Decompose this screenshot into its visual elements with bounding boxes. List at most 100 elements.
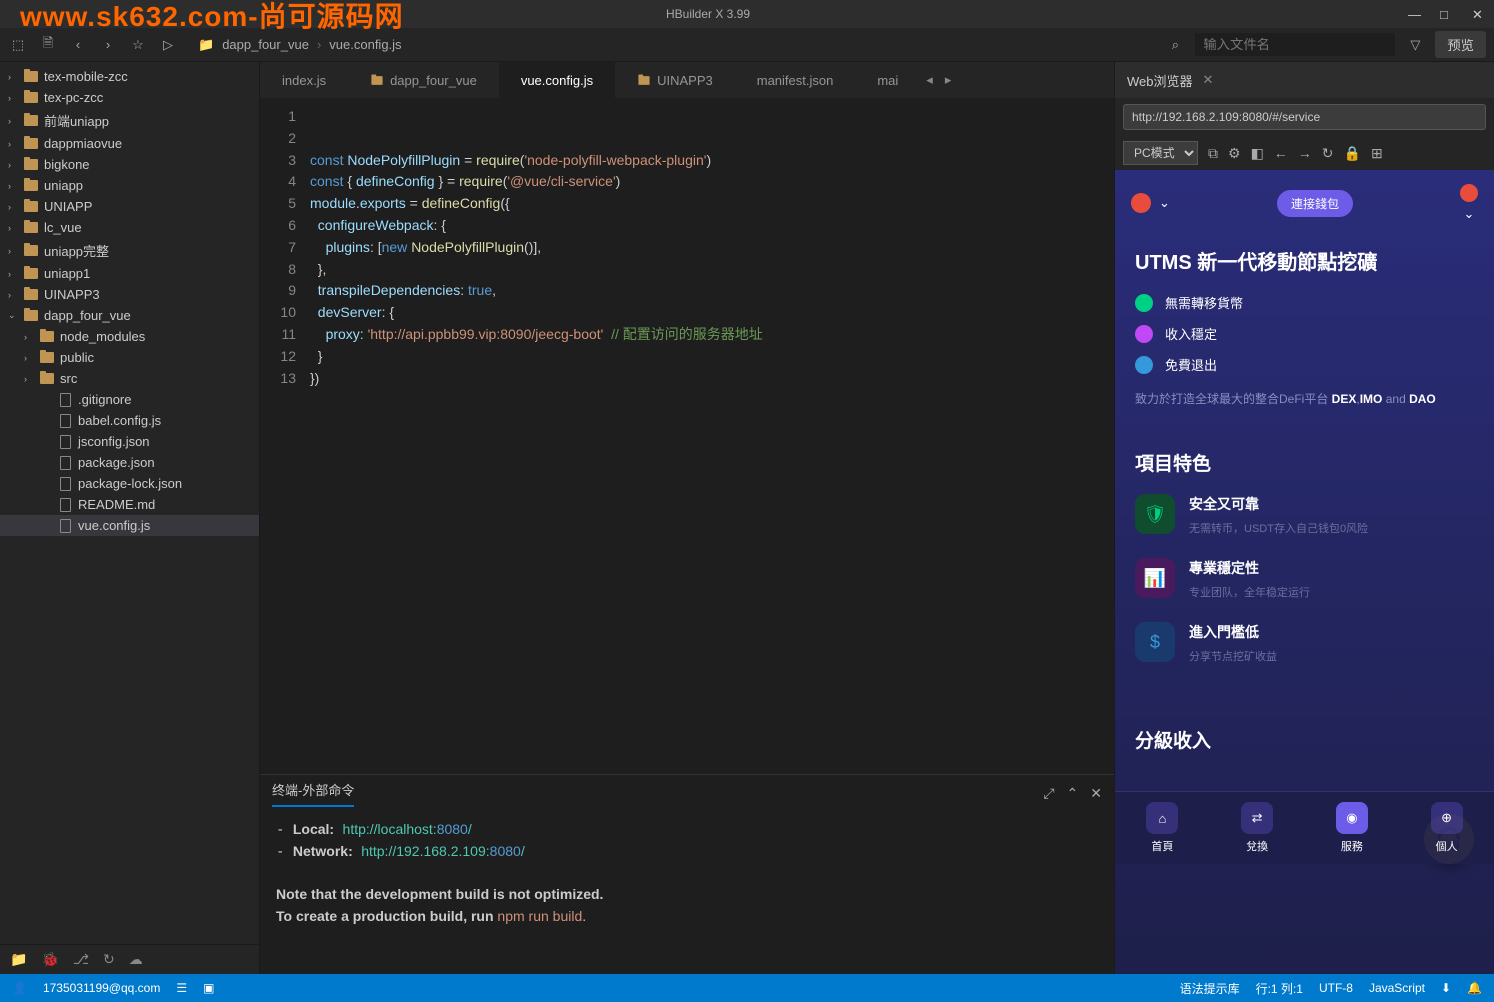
file-icon[interactable]: 🗎 — [38, 35, 58, 55]
token-icon[interactable] — [1131, 193, 1151, 213]
editor-tab[interactable]: dapp_four_vue — [348, 62, 499, 98]
nav-back-icon[interactable]: ← — [1274, 145, 1288, 161]
tree-item[interactable]: ›UINAPP3 — [0, 284, 259, 305]
statusbar: 👤 1735031199@qq.com ☰ ▣ 语法提示库 行:1 列:1 UT… — [0, 974, 1494, 1002]
tree-item[interactable]: ›bigkone — [0, 154, 259, 175]
sync-icon[interactable]: ↻ — [103, 951, 115, 968]
nav-exchange[interactable]: ⇄兌換 — [1241, 802, 1273, 854]
filter-icon[interactable]: ▽ — [1405, 35, 1425, 55]
layout-icon[interactable]: ⬚ — [8, 35, 28, 55]
titlebar: HBuilder X 3.99 — □ ✕ — [0, 0, 1494, 28]
tree-item[interactable]: babel.config.js — [0, 410, 259, 431]
browser-tab-label[interactable]: Web浏览器 — [1127, 71, 1193, 90]
tree-item[interactable]: ›lc_vue — [0, 217, 259, 238]
minimize-button[interactable]: — — [1408, 7, 1422, 21]
status-syntax[interactable]: 语法提示库 — [1180, 980, 1240, 997]
tree-item[interactable]: package-lock.json — [0, 473, 259, 494]
tree-item[interactable]: ›uniapp1 — [0, 263, 259, 284]
chevron-down-icon[interactable]: ⌄ — [1159, 195, 1170, 211]
status-encoding[interactable]: UTF-8 — [1319, 981, 1353, 995]
grid-icon[interactable]: ⊞ — [1371, 145, 1383, 162]
tree-item[interactable]: ›public — [0, 347, 259, 368]
terminal-title[interactable]: 终端-外部命令 — [272, 780, 354, 807]
terminal-expand-icon[interactable]: ⤢ — [1043, 785, 1054, 802]
features-title: 項目特色 — [1135, 449, 1474, 476]
editor-tab[interactable]: vue.config.js — [499, 62, 615, 98]
url-input[interactable] — [1123, 104, 1486, 130]
settings-icon[interactable]: ⚙ — [1228, 145, 1241, 162]
new-window-icon[interactable]: ⧉ — [1208, 145, 1218, 162]
close-button[interactable]: ✕ — [1472, 7, 1486, 21]
status-user[interactable]: 1735031199@qq.com — [43, 981, 160, 995]
maximize-button[interactable]: □ — [1440, 7, 1454, 21]
tab-next-icon[interactable]: ▸ — [939, 72, 958, 87]
tree-item[interactable]: package.json — [0, 452, 259, 473]
run-icon[interactable]: ▷ — [158, 35, 178, 55]
tree-item[interactable]: ›dappmiaovue — [0, 133, 259, 154]
tree-item[interactable]: ›UNIAPP — [0, 196, 259, 217]
tree-item[interactable]: README.md — [0, 494, 259, 515]
status-language[interactable]: JavaScript — [1369, 981, 1425, 995]
code-editor[interactable]: 12345678910111213 const NodePolyfillPlug… — [260, 98, 1114, 774]
tree-item[interactable]: ›tex-pc-zcc — [0, 87, 259, 108]
tree-item[interactable]: ›uniapp — [0, 175, 259, 196]
tree-item[interactable]: ›uniapp完整 — [0, 238, 259, 263]
code-content[interactable]: const NodePolyfillPlugin = require('node… — [310, 98, 763, 774]
service-icon: ◉ — [1336, 802, 1368, 834]
bell-icon[interactable]: 🔔 — [1467, 981, 1482, 995]
branch-icon[interactable]: ⎇ — [73, 951, 89, 968]
breadcrumb-folder[interactable]: dapp_four_vue — [222, 37, 309, 52]
editor-tab[interactable]: index.js — [260, 62, 348, 98]
reload-icon[interactable]: ↻ — [1322, 145, 1334, 162]
nav-service[interactable]: ◉服務 — [1336, 802, 1368, 854]
terminal-icon[interactable]: ▣ — [203, 981, 214, 995]
list-icon[interactable]: ☰ — [176, 981, 187, 995]
editor-tab[interactable]: UINAPP3 — [615, 62, 735, 98]
shield-icon: 🛡 — [1135, 494, 1175, 534]
download-icon[interactable]: ⬇ — [1441, 981, 1451, 995]
file-search-input[interactable] — [1195, 33, 1395, 56]
tree-item[interactable]: ⌄dapp_four_vue — [0, 305, 259, 326]
tree-item[interactable]: ›前端uniapp — [0, 108, 259, 133]
tree-item[interactable]: jsconfig.json — [0, 431, 259, 452]
tree-item[interactable]: vue.config.js — [0, 515, 259, 536]
terminal-up-icon[interactable]: ⌃ — [1067, 785, 1079, 802]
editor-tab[interactable]: manifest.json — [735, 62, 856, 98]
terminal-output[interactable]: - Local: http://localhost:8080/ - Networ… — [260, 811, 1114, 974]
terminal-close-icon[interactable]: ✕ — [1090, 785, 1102, 802]
preview-viewport[interactable]: ⌄ 連接錢包 ⌄ UTMS 新一代移動節點挖礦 無需轉移貨幣 收入穩定 免費退出… — [1115, 170, 1494, 974]
search-icon[interactable]: ⌕ — [1165, 35, 1185, 55]
nav-forward-icon[interactable]: → — [1298, 145, 1312, 161]
flag-icon[interactable] — [1460, 184, 1478, 202]
nav-home[interactable]: ⌂首頁 — [1146, 802, 1178, 854]
cloud-icon[interactable]: ☁ — [129, 951, 143, 968]
bug-icon[interactable]: 🐞 — [41, 951, 58, 968]
mode-select[interactable]: PC模式 — [1123, 141, 1198, 165]
nav-profile[interactable]: ⊕個人 — [1431, 802, 1463, 854]
tree-item[interactable]: ›tex-mobile-zcc — [0, 66, 259, 87]
tree-item[interactable]: ›src — [0, 368, 259, 389]
chart-icon: 📊 — [1135, 558, 1175, 598]
browser-tab-close-icon[interactable]: ✕ — [1203, 72, 1214, 88]
tab-prev-icon[interactable]: ◂ — [920, 72, 939, 87]
hero-desc: 致力於打造全球最大的整合DeFi平台 DEX,IMO and DAO — [1135, 390, 1474, 409]
lang-chevron-icon[interactable]: ⌄ — [1464, 206, 1475, 222]
editor-tab[interactable]: mai — [855, 62, 920, 98]
devtools-icon[interactable]: ◧ — [1251, 145, 1264, 162]
preview-button[interactable]: 预览 — [1435, 31, 1486, 58]
tree-item[interactable]: .gitignore — [0, 389, 259, 410]
dot-icon — [1135, 325, 1153, 343]
connect-wallet-button[interactable]: 連接錢包 — [1277, 190, 1353, 217]
star-icon[interactable]: ☆ — [128, 35, 148, 55]
status-position[interactable]: 行:1 列:1 — [1256, 980, 1303, 997]
tree-item[interactable]: ›node_modules — [0, 326, 259, 347]
forward-icon[interactable]: › — [98, 35, 118, 55]
bottom-nav: ⌂首頁 ⇄兌換 ◉服務 ⊕個人 — [1115, 791, 1494, 864]
toolbar: ⬚ 🗎 ‹ › ☆ ▷ 📁 dapp_four_vue › vue.config… — [0, 28, 1494, 62]
lock-icon[interactable]: 🔒 — [1344, 145, 1361, 162]
back-icon[interactable]: ‹ — [68, 35, 88, 55]
explorer-icon[interactable]: 📁 — [10, 951, 27, 968]
line-gutter: 12345678910111213 — [260, 98, 310, 774]
breadcrumb-file[interactable]: vue.config.js — [329, 37, 401, 52]
app-title: HBuilder X 3.99 — [8, 7, 1408, 21]
